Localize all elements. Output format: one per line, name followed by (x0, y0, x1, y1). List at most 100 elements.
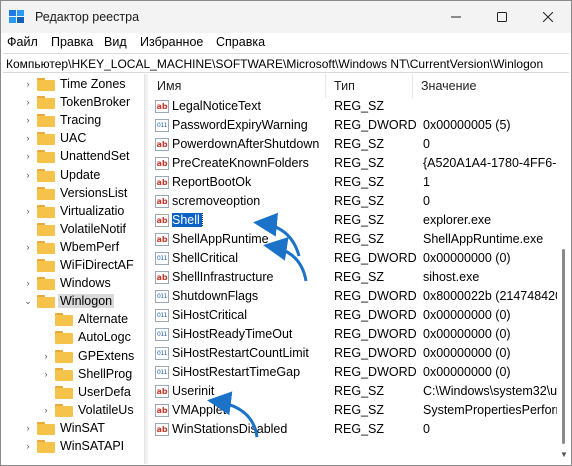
tree-item[interactable]: › WinSATAPI (23, 437, 126, 455)
value-name-text: SiHostReadyTimeOut (172, 327, 293, 341)
value-name-text: PowerdownAfterShutdown (172, 137, 320, 151)
tree-item[interactable]: › Update (23, 166, 102, 184)
tree-item[interactable]: ⌄ Winlogon (23, 292, 115, 310)
chevron-right-icon[interactable]: › (41, 347, 51, 365)
tree-item[interactable]: VolatileNotif (23, 220, 128, 238)
value-row[interactable]: ab LegalNoticeText REG_SZ (149, 97, 557, 116)
value-row[interactable]: ab Userinit REG_SZ C:\Windows\system32\us (149, 382, 557, 401)
value-name: Shell (172, 213, 326, 227)
value-row[interactable]: ab ShellAppRuntime REG_SZ ShellAppRuntime.e… (149, 230, 557, 249)
window-title: Редактор реестра (35, 10, 140, 24)
chevron-right-icon[interactable]: › (23, 238, 33, 256)
value-type: REG_SZ (334, 213, 385, 227)
tree-item[interactable]: › WbemPerf (23, 238, 121, 256)
chevron-right-icon[interactable]: › (41, 365, 51, 383)
column-header-name[interactable]: Имя (149, 74, 326, 98)
pane-splitter[interactable] (144, 74, 148, 464)
chevron-right-icon[interactable]: › (23, 419, 33, 437)
address-path[interactable]: Компьютер\HKEY_LOCAL_MACHINE\SOFTWARE\Mi… (6, 57, 543, 71)
binary-value-icon: 011 (155, 309, 169, 322)
value-row[interactable]: ab ShellInfrastructure REG_SZ sihost.exe (149, 268, 557, 287)
chevron-right-icon[interactable]: › (41, 401, 51, 419)
menu-edit[interactable]: Правка (51, 35, 93, 49)
value-row[interactable]: ab scremoveoption REG_SZ 0 (149, 192, 557, 211)
value-type: REG_DWORD (334, 346, 417, 360)
tree-item[interactable]: VersionsList (23, 184, 129, 202)
tree-item[interactable]: › UAC (23, 129, 88, 147)
values-scrollbar[interactable]: ▼ (557, 74, 571, 464)
string-value-icon: ab (155, 423, 169, 436)
tree-item[interactable]: › WinSAT (23, 419, 107, 437)
tree-item[interactable]: AutoLogc (41, 328, 133, 346)
scrollbar-thumb[interactable] (562, 249, 565, 444)
tree-item[interactable]: › TokenBroker (23, 93, 132, 111)
value-row[interactable]: ab VMApplet REG_SZ SystemPropertiesPerform (149, 401, 557, 420)
chevron-right-icon[interactable]: › (23, 274, 33, 292)
value-type: REG_DWORD (334, 289, 417, 303)
menu-file[interactable]: Файл (7, 35, 38, 49)
chevron-right-icon[interactable] (23, 256, 33, 274)
value-row[interactable]: 011 SiHostCritical REG_DWORD 0x00000000 (0) (149, 306, 557, 325)
folder-icon (37, 258, 55, 272)
chevron-right-icon[interactable] (41, 328, 51, 346)
value-name-text: scremoveoption (172, 194, 261, 208)
chevron-right-icon[interactable]: › (23, 147, 33, 165)
tree-item[interactable]: › UnattendSet (23, 147, 132, 165)
value-data: 0x8000022b (2147484203) (423, 289, 557, 303)
column-header-type[interactable]: Тип (326, 74, 413, 98)
tree-item[interactable]: › VolatileUs (41, 401, 136, 419)
chevron-right-icon[interactable] (23, 184, 33, 202)
string-value-icon: ab (155, 233, 169, 246)
menu-view[interactable]: Вид (104, 35, 127, 49)
value-name-text: ShutdownFlags (172, 289, 259, 303)
values-list[interactable]: Имя Тип Значение ab LegalNoticeText REG_SZ… (149, 74, 557, 464)
scroll-down-icon[interactable]: ▼ (560, 450, 568, 459)
tree-item[interactable]: › Time Zones (23, 75, 128, 93)
key-tree[interactable]: › Time Zones › TokenBroker › Tracing › UAC › Unat… (3, 74, 142, 464)
tree-item[interactable]: › Virtualizatio (23, 202, 126, 220)
value-row[interactable]: 011 SiHostRestartTimeGap REG_DWORD 0x000000… (149, 363, 557, 382)
chevron-right-icon[interactable] (41, 383, 51, 401)
chevron-right-icon[interactable]: › (23, 437, 33, 455)
menu-help[interactable]: Справка (216, 35, 265, 49)
title-bar[interactable]: Редактор реестра (1, 1, 571, 33)
tree-item[interactable]: UserDefa (41, 383, 133, 401)
value-row[interactable]: 011 SiHostRestartCountLimit REG_DWORD 0x000… (149, 344, 557, 363)
chevron-right-icon[interactable]: › (23, 93, 33, 111)
value-name-text: Shell (172, 213, 203, 227)
tree-item[interactable]: › GPExtens (41, 347, 136, 365)
chevron-right-icon[interactable]: › (23, 75, 33, 93)
value-row[interactable]: 011 ShutdownFlags REG_DWORD 0x8000022b (214… (149, 287, 557, 306)
chevron-right-icon[interactable]: › (23, 111, 33, 129)
value-row[interactable]: ab PowerdownAfterShutdown REG_SZ 0 (149, 135, 557, 154)
value-row[interactable]: ab Shell REG_SZ explorer.exe (149, 211, 557, 230)
chevron-right-icon[interactable]: › (23, 166, 33, 184)
value-row[interactable]: ab PreCreateKnownFolders REG_SZ {A520A1A4-1… (149, 154, 557, 173)
maximize-button[interactable] (479, 1, 525, 33)
value-row[interactable]: 011 ShellCritical REG_DWORD 0x00000000 (0) (149, 249, 557, 268)
tree-item[interactable]: Alternate (41, 310, 130, 328)
tree-item[interactable]: › Tracing (23, 111, 103, 129)
column-header-data[interactable]: Значение (413, 74, 557, 98)
chevron-right-icon[interactable]: › (23, 202, 33, 220)
value-name-text: ShellInfrastructure (172, 270, 274, 284)
tree-item[interactable]: WiFiDirectAF (23, 256, 136, 274)
minimize-button[interactable] (433, 1, 479, 33)
close-icon (543, 12, 553, 22)
chevron-right-icon[interactable]: › (23, 129, 33, 147)
menu-favorites[interactable]: Избранное (140, 35, 203, 49)
chevron-right-icon[interactable] (41, 310, 51, 328)
folder-icon (37, 77, 55, 91)
value-name: VMApplet (172, 403, 326, 417)
close-button[interactable] (525, 1, 571, 33)
value-row[interactable]: 011 SiHostReadyTimeOut REG_DWORD 0x00000000… (149, 325, 557, 344)
chevron-right-icon[interactable] (23, 220, 33, 238)
tree-item[interactable]: › Windows (23, 274, 113, 292)
address-bar[interactable]: Компьютер\HKEY_LOCAL_MACHINE\SOFTWARE\Mi… (3, 53, 569, 73)
value-row[interactable]: 011 PasswordExpiryWarning REG_DWORD 0x00000… (149, 116, 557, 135)
value-row[interactable]: ab WinStationsDisabled REG_SZ 0 (149, 420, 557, 439)
value-row[interactable]: ab ReportBootOk REG_SZ 1 (149, 173, 557, 192)
tree-item[interactable]: › ShellProg (41, 365, 134, 383)
string-value-icon: ab (155, 100, 169, 113)
chevron-down-icon[interactable]: ⌄ (23, 292, 33, 310)
